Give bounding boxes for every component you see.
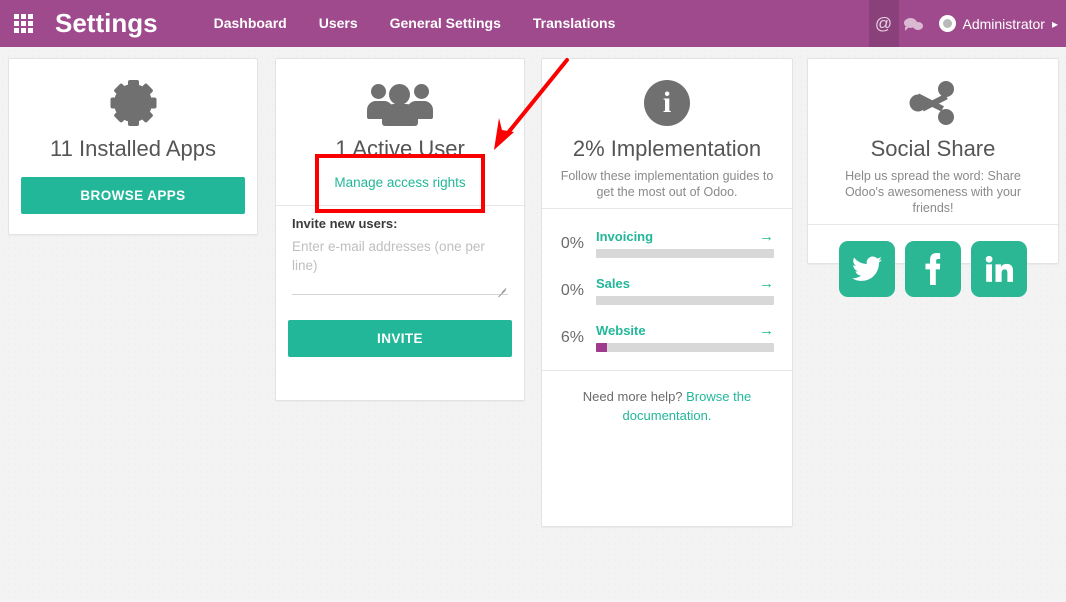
implementation-progress: Sales→ [596, 276, 774, 305]
implementation-progress-list: 0%Invoicing→0%Sales→6%Website→ [542, 209, 792, 370]
info-icon: i [554, 75, 780, 131]
implementation-help-text: Need more help? Browse the documentation… [542, 371, 792, 441]
facebook-icon [925, 253, 942, 285]
twitter-icon [852, 256, 882, 282]
social-share-subtitle: Help us spread the word: Share Odoo's aw… [820, 168, 1046, 216]
user-name-label: Administrator [963, 16, 1045, 32]
installed-apps-card: 11 Installed Apps BROWSE APPS [8, 58, 258, 235]
topbar-right-tools: @ Administrator ▸ [869, 0, 1066, 47]
apps-menu-button[interactable] [0, 0, 47, 47]
progress-fill [596, 343, 607, 352]
social-share-title: Social Share [820, 135, 1046, 163]
browse-apps-button[interactable]: BROWSE APPS [21, 177, 245, 214]
nav-item-general-settings[interactable]: General Settings [374, 0, 517, 47]
active-users-card: 1 Active User Manage access rights Invit… [275, 58, 525, 401]
people-icon [288, 75, 512, 131]
installed-apps-header: 11 Installed Apps [9, 59, 257, 171]
implementation-progress: Website→ [596, 323, 774, 352]
invite-emails-input[interactable] [292, 233, 508, 295]
progress-track [596, 343, 774, 352]
implementation-row: 0%Invoicing→ [542, 221, 792, 268]
linkedin-share-button[interactable] [971, 241, 1027, 297]
arrow-right-icon[interactable]: → [759, 323, 774, 338]
nav-item-translations[interactable]: Translations [517, 0, 631, 47]
implementation-link-sales[interactable]: Sales [596, 276, 759, 291]
share-icon [820, 75, 1046, 131]
manage-access-rights-row: Manage access rights [276, 171, 524, 205]
invite-new-users-block: Invite new users: [276, 206, 524, 314]
implementation-percent: 6% [556, 329, 596, 347]
linkedin-icon [985, 255, 1013, 283]
implementation-header: i 2% Implementation Follow these impleme… [542, 59, 792, 208]
at-mention-icon: @ [875, 15, 892, 32]
implementation-title: 2% Implementation [554, 135, 780, 163]
implementation-row: 0%Sales→ [542, 268, 792, 315]
arrow-right-icon[interactable]: → [759, 229, 774, 244]
active-users-header: 1 Active User [276, 59, 524, 171]
user-menu[interactable]: Administrator ▸ [929, 0, 1066, 47]
chat-bubble-icon [904, 16, 924, 32]
arrow-right-icon[interactable]: → [759, 276, 774, 291]
social-links-row [808, 225, 1058, 315]
avatar [939, 15, 956, 32]
manage-access-rights-link[interactable]: Manage access rights [334, 175, 465, 190]
social-share-header: Social Share Help us spread the word: Sh… [808, 59, 1058, 224]
implementation-link-website[interactable]: Website [596, 323, 759, 338]
invite-button[interactable]: INVITE [288, 320, 512, 357]
implementation-progress: Invoicing→ [596, 229, 774, 258]
settings-dashboard: 11 Installed Apps BROWSE APPS 1 Active U… [0, 47, 1066, 602]
need-more-help-label: Need more help? [583, 389, 686, 404]
main-nav: Dashboard Users General Settings Transla… [198, 0, 632, 47]
social-share-card: Social Share Help us spread the word: Sh… [807, 58, 1059, 264]
progress-track [596, 249, 774, 258]
implementation-link-invoicing[interactable]: Invoicing [596, 229, 759, 244]
active-users-title: 1 Active User [288, 135, 512, 163]
grid-apps-icon [14, 14, 33, 33]
invite-new-users-label: Invite new users: [292, 216, 508, 231]
implementation-percent: 0% [556, 282, 596, 300]
progress-track [596, 296, 774, 305]
gear-icon [21, 75, 245, 131]
chevron-right-icon: ▸ [1052, 17, 1058, 31]
implementation-card: i 2% Implementation Follow these impleme… [541, 58, 793, 527]
implementation-subtitle: Follow these implementation guides to ge… [554, 168, 780, 200]
implementation-percent: 0% [556, 235, 596, 253]
mentions-button[interactable]: @ [869, 0, 899, 47]
installed-apps-title: 11 Installed Apps [21, 135, 245, 163]
implementation-row: 6%Website→ [542, 315, 792, 362]
twitter-share-button[interactable] [839, 241, 895, 297]
app-brand-title: Settings [55, 0, 158, 47]
facebook-share-button[interactable] [905, 241, 961, 297]
messages-button[interactable] [899, 0, 929, 47]
nav-item-users[interactable]: Users [303, 0, 374, 47]
nav-item-dashboard[interactable]: Dashboard [198, 0, 303, 47]
top-navigation-bar: Settings Dashboard Users General Setting… [0, 0, 1066, 47]
